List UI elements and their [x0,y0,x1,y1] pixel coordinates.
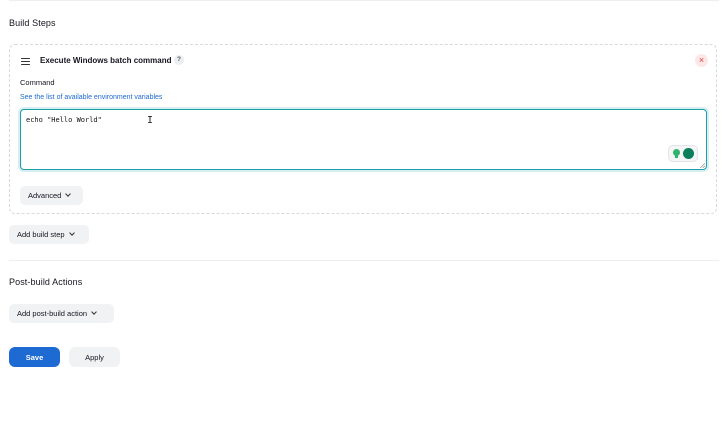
build-steps-heading: Build Steps [9,18,56,28]
resize-grip-icon[interactable] [700,163,705,168]
writing-assistant-widget[interactable] [668,145,698,162]
build-step-title: Execute Windows batch command [40,56,172,65]
drag-handle-icon[interactable] [21,58,30,65]
add-post-build-action-label: Add post-build action [17,309,88,318]
apply-button[interactable]: Apply [69,347,120,367]
save-button[interactable]: Save [9,347,60,367]
help-icon[interactable]: ? [174,55,184,65]
advanced-button[interactable]: Advanced [20,186,83,205]
command-textarea[interactable]: echo "Hello World" I [20,109,707,170]
build-step-card: Execute Windows batch command ? × Comman… [9,44,717,214]
top-divider [9,0,719,1]
chevron-down-icon [65,191,72,197]
add-build-step-button[interactable]: Add build step [9,225,89,244]
lightbulb-icon[interactable] [672,149,680,158]
text-cursor-icon: I [147,115,154,126]
command-label: Command [20,78,55,87]
env-variables-link[interactable]: See the list of available environment va… [20,94,162,101]
advanced-label: Advanced [28,191,62,200]
add-build-step-label: Add build step [17,230,65,239]
chevron-down-icon [68,230,75,236]
command-value: echo "Hello World" [26,116,102,124]
section-divider [9,260,719,261]
grammar-assistant-icon[interactable] [682,148,694,159]
chevron-down-icon [91,309,97,315]
post-build-heading: Post-build Actions [9,277,83,287]
add-post-build-action-button[interactable]: Add post-build action [9,304,114,323]
close-icon[interactable]: × [695,54,708,67]
